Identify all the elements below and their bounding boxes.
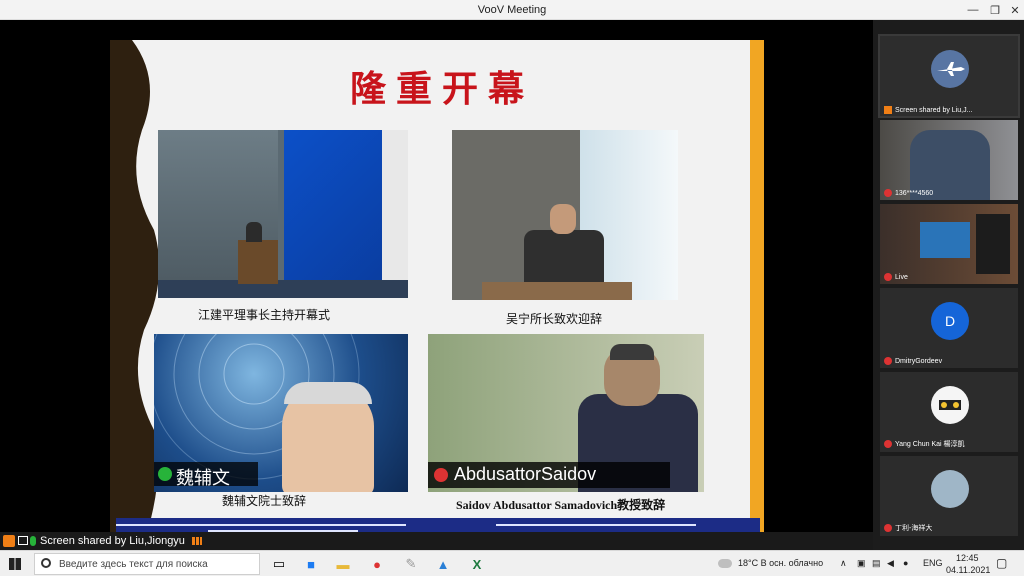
shared-screen: 隆重开幕 江建平理事长主持开幕式 吴宁所长致欢迎辞 魏辅文 魏辅文院士致辞 Ab… — [0, 20, 873, 548]
share-status-bar: Screen shared by Liu,Jiongyu — [0, 532, 873, 550]
share-status-label: Screen shared by Liu,Jiongyu — [40, 535, 185, 547]
search-placeholder: Введите здесь текст для поиска — [59, 559, 208, 570]
participant-name-4: DmitryGordeev — [895, 357, 943, 365]
slide-right-band — [750, 40, 764, 548]
photo-professor-speech: AbdusattorSaidov — [428, 334, 704, 492]
initial-avatar: D — [931, 302, 969, 340]
participant-tile-1[interactable]: Screen shared by Liu,J... — [878, 34, 1020, 118]
caption-4: Saidov Abdusattor Samadovich教授致辞 — [456, 498, 666, 512]
task-view-icon[interactable]: ▭ — [268, 554, 290, 574]
weather-text[interactable]: 18°C В осн. облачно — [738, 558, 823, 568]
mic-muted-icon — [884, 357, 892, 365]
excel-icon[interactable]: X — [466, 554, 488, 574]
caption-3: 魏辅文院士致辞 — [222, 494, 307, 508]
name-tag-1: 魏辅文 — [176, 468, 230, 488]
participant-panel: Screen shared by Liu,J... 136****4560 Li… — [873, 20, 1024, 550]
mic-muted-icon — [884, 189, 892, 197]
close-button[interactable]: ✕ — [1002, 0, 1024, 20]
logo-avatar-icon — [931, 386, 969, 424]
participant-name-2: 136****4560 — [895, 189, 934, 197]
participant-tile-5[interactable]: Yang Chun Kai 楊淳凱 — [880, 372, 1018, 452]
photo-avatar — [931, 470, 969, 508]
chrome-icon[interactable]: ● — [366, 554, 388, 574]
window-title: VooV Meeting — [477, 4, 547, 16]
title-bar: VooV Meeting — ❐ ✕ — [0, 0, 1024, 20]
participant-name-3: Live — [895, 273, 908, 281]
paint-app-icon[interactable]: ✎ — [400, 554, 422, 574]
mic-tray-icon[interactable]: ● — [903, 558, 908, 568]
photo-opening-host — [158, 130, 408, 298]
participant-tile-4[interactable]: D DmitryGordeev — [880, 288, 1018, 368]
language-indicator[interactable]: ENG — [923, 558, 943, 568]
mic-muted-icon — [884, 273, 892, 281]
network-icon[interactable]: ▤ — [872, 558, 881, 569]
photo-welcome-speech — [452, 130, 678, 300]
name-tag-2: AbdusattorSaidov — [454, 464, 597, 484]
clock-date[interactable]: 04.11.2021 — [946, 565, 990, 575]
participant-name-5: Yang Chun Kai 楊淳凱 — [895, 441, 965, 448]
tray-chevron-icon[interactable]: ∧ — [840, 558, 847, 569]
participant-tile-3[interactable]: Live — [880, 204, 1018, 284]
mic-muted-icon — [884, 524, 892, 532]
search-icon — [41, 558, 51, 568]
zoom-app-icon[interactable]: ■ — [300, 554, 322, 574]
share-user-icon — [884, 106, 892, 114]
volume-icon[interactable]: ◀ — [887, 558, 894, 569]
photo-academician-speech: 魏辅文 — [154, 334, 408, 492]
plane-avatar-icon — [931, 50, 969, 88]
mic-muted-icon — [884, 440, 892, 448]
windows-start-icon[interactable] — [9, 558, 21, 570]
clock-time[interactable]: 12:45 — [956, 553, 979, 563]
caption-1: 江建平理事长主持开幕式 — [198, 308, 331, 322]
voov-app-icon[interactable]: ▲ — [432, 554, 454, 574]
participant-name-1: Screen shared by Liu,J... — [895, 106, 973, 114]
presentation-slide: 隆重开幕 江建平理事长主持开幕式 吴宁所长致欢迎辞 魏辅文 魏辅文院士致辞 Ab… — [110, 40, 764, 548]
tray-app-icon[interactable]: ▣ — [857, 558, 866, 569]
user-icon — [3, 535, 15, 547]
participant-tile-2[interactable]: 136****4560 — [880, 120, 1018, 200]
footer-stripe — [496, 524, 696, 526]
mic-on-icon — [158, 467, 172, 481]
mic-icon — [30, 536, 36, 546]
participant-name-6: 丁利-海祥大 — [895, 525, 933, 532]
signal-icon — [192, 537, 202, 545]
file-explorer-icon[interactable]: ▬ — [332, 554, 354, 574]
participant-tile-6[interactable]: 丁利-海祥大 — [880, 456, 1018, 536]
taskbar: Введите здесь текст для поиска ▭ ■ ▬ ● ✎… — [0, 550, 1024, 576]
caption-2: 吴宁所长致欢迎辞 — [506, 312, 603, 326]
weather-icon — [718, 559, 732, 568]
screen-share-icon — [18, 536, 28, 545]
slide-title: 隆重开幕 — [350, 68, 535, 110]
notifications-icon[interactable]: ▢ — [996, 556, 1007, 570]
taskbar-search-input[interactable]: Введите здесь текст для поиска — [34, 553, 260, 575]
footer-stripe — [116, 524, 406, 526]
mic-muted-icon — [434, 468, 448, 482]
